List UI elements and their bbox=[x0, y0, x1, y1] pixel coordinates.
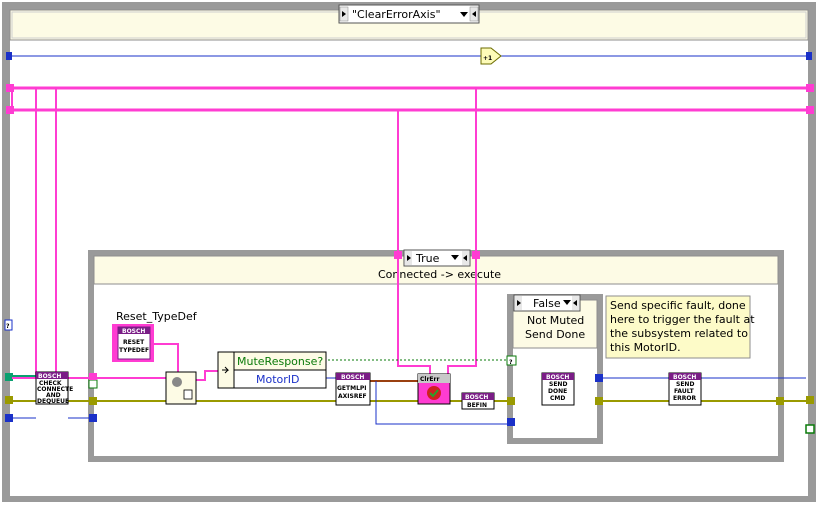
blue-tunnel bbox=[89, 414, 97, 422]
svg-text:BOSCH: BOSCH bbox=[546, 374, 569, 381]
clear-error-label: ClrErr bbox=[420, 376, 439, 383]
svg-text:CMD: CMD bbox=[550, 395, 565, 402]
svg-text:BOSCH: BOSCH bbox=[122, 328, 145, 335]
false-case-selector[interactable]: False bbox=[513, 294, 581, 312]
boolean-tunnel bbox=[88, 379, 98, 389]
bundle-by-name-node[interactable]: MuteResponse? MotorID bbox=[217, 351, 327, 389]
false-case-title-1: Not Muted bbox=[527, 314, 584, 327]
svg-text:?: ? bbox=[509, 359, 513, 366]
mute-response-field: MuteResponse? bbox=[237, 355, 323, 368]
false-case-label: False bbox=[533, 297, 561, 310]
false-case-blue-out bbox=[595, 374, 603, 382]
false-case-error-in bbox=[507, 397, 515, 405]
befin-node[interactable]: BOSCH BEFIN bbox=[461, 392, 495, 410]
check-connected-dequeue-node[interactable]: BOSCH CHECK CONNECTE AND DEQUEUE bbox=[35, 371, 73, 405]
svg-text:?: ? bbox=[6, 323, 10, 330]
variant-convert-node[interactable] bbox=[165, 371, 197, 405]
send-done-cmd-node[interactable]: BOSCH SEND DONE CMD bbox=[541, 372, 575, 406]
svg-text:DONE: DONE bbox=[548, 388, 567, 395]
svg-text:ERROR: ERROR bbox=[673, 395, 696, 402]
outer-case-label: "ClearErrorAxis" bbox=[352, 8, 441, 21]
pink-tunnel bbox=[89, 373, 97, 380]
svg-text:RESET: RESET bbox=[123, 339, 145, 346]
svg-text:BEFIN: BEFIN bbox=[467, 402, 487, 409]
svg-text:TYPEDEF: TYPEDEF bbox=[119, 347, 149, 354]
svg-text:BOSCH: BOSCH bbox=[465, 394, 488, 401]
svg-text:BOSCH: BOSCH bbox=[341, 374, 364, 381]
inner-case-title: Connected -> execute bbox=[378, 268, 501, 281]
svg-text:this MotorID.: this MotorID. bbox=[610, 341, 681, 354]
error-tunnel bbox=[89, 397, 97, 405]
error-clear-icon bbox=[427, 386, 441, 400]
false-case-title-2: Send Done bbox=[525, 328, 585, 341]
svg-text:FAULT: FAULT bbox=[674, 388, 695, 395]
svg-text:SEND: SEND bbox=[549, 381, 567, 388]
gear-icon bbox=[172, 377, 182, 387]
svg-text:SEND: SEND bbox=[676, 381, 694, 388]
send-fault-error-node[interactable]: BOSCH SEND FAULT ERROR bbox=[668, 372, 702, 406]
false-case-blue-tunnel bbox=[507, 418, 515, 426]
svg-text:here to trigger the fault at: here to trigger the fault at bbox=[610, 313, 755, 326]
svg-text:AXISREF: AXISREF bbox=[338, 393, 367, 400]
get-axisref-node[interactable]: BOSCH GETMLPI AXISREF bbox=[335, 372, 371, 406]
clear-error-node[interactable]: ClrErr bbox=[417, 373, 451, 405]
inner-case-label: True bbox=[415, 252, 440, 265]
svg-text:DEQUEUE: DEQUEUE bbox=[37, 398, 69, 405]
svg-text:BOSCH: BOSCH bbox=[38, 373, 61, 380]
outer-case-selector[interactable]: "ClearErrorAxis" bbox=[338, 4, 480, 24]
svg-text:the subsystem related to: the subsystem related to bbox=[610, 327, 748, 340]
comment-box: Send specific fault, done here to trigge… bbox=[605, 295, 755, 359]
motor-id-field: MotorID bbox=[256, 373, 300, 386]
false-case-error-out bbox=[595, 397, 603, 405]
svg-text:GETMLPI: GETMLPI bbox=[337, 385, 367, 392]
inner-case-error-out bbox=[776, 397, 784, 405]
svg-text:Send specific fault, done: Send specific fault, done bbox=[610, 299, 746, 312]
block-diagram: "ClearErrorAxis" ? +1 True Connected -> … bbox=[2, 2, 816, 502]
reset-typedef-label: Reset_TypeDef bbox=[116, 310, 198, 323]
inner-case-selector[interactable]: True bbox=[403, 249, 471, 267]
svg-text:BOSCH: BOSCH bbox=[673, 374, 696, 381]
increment-label: +1 bbox=[483, 55, 492, 62]
